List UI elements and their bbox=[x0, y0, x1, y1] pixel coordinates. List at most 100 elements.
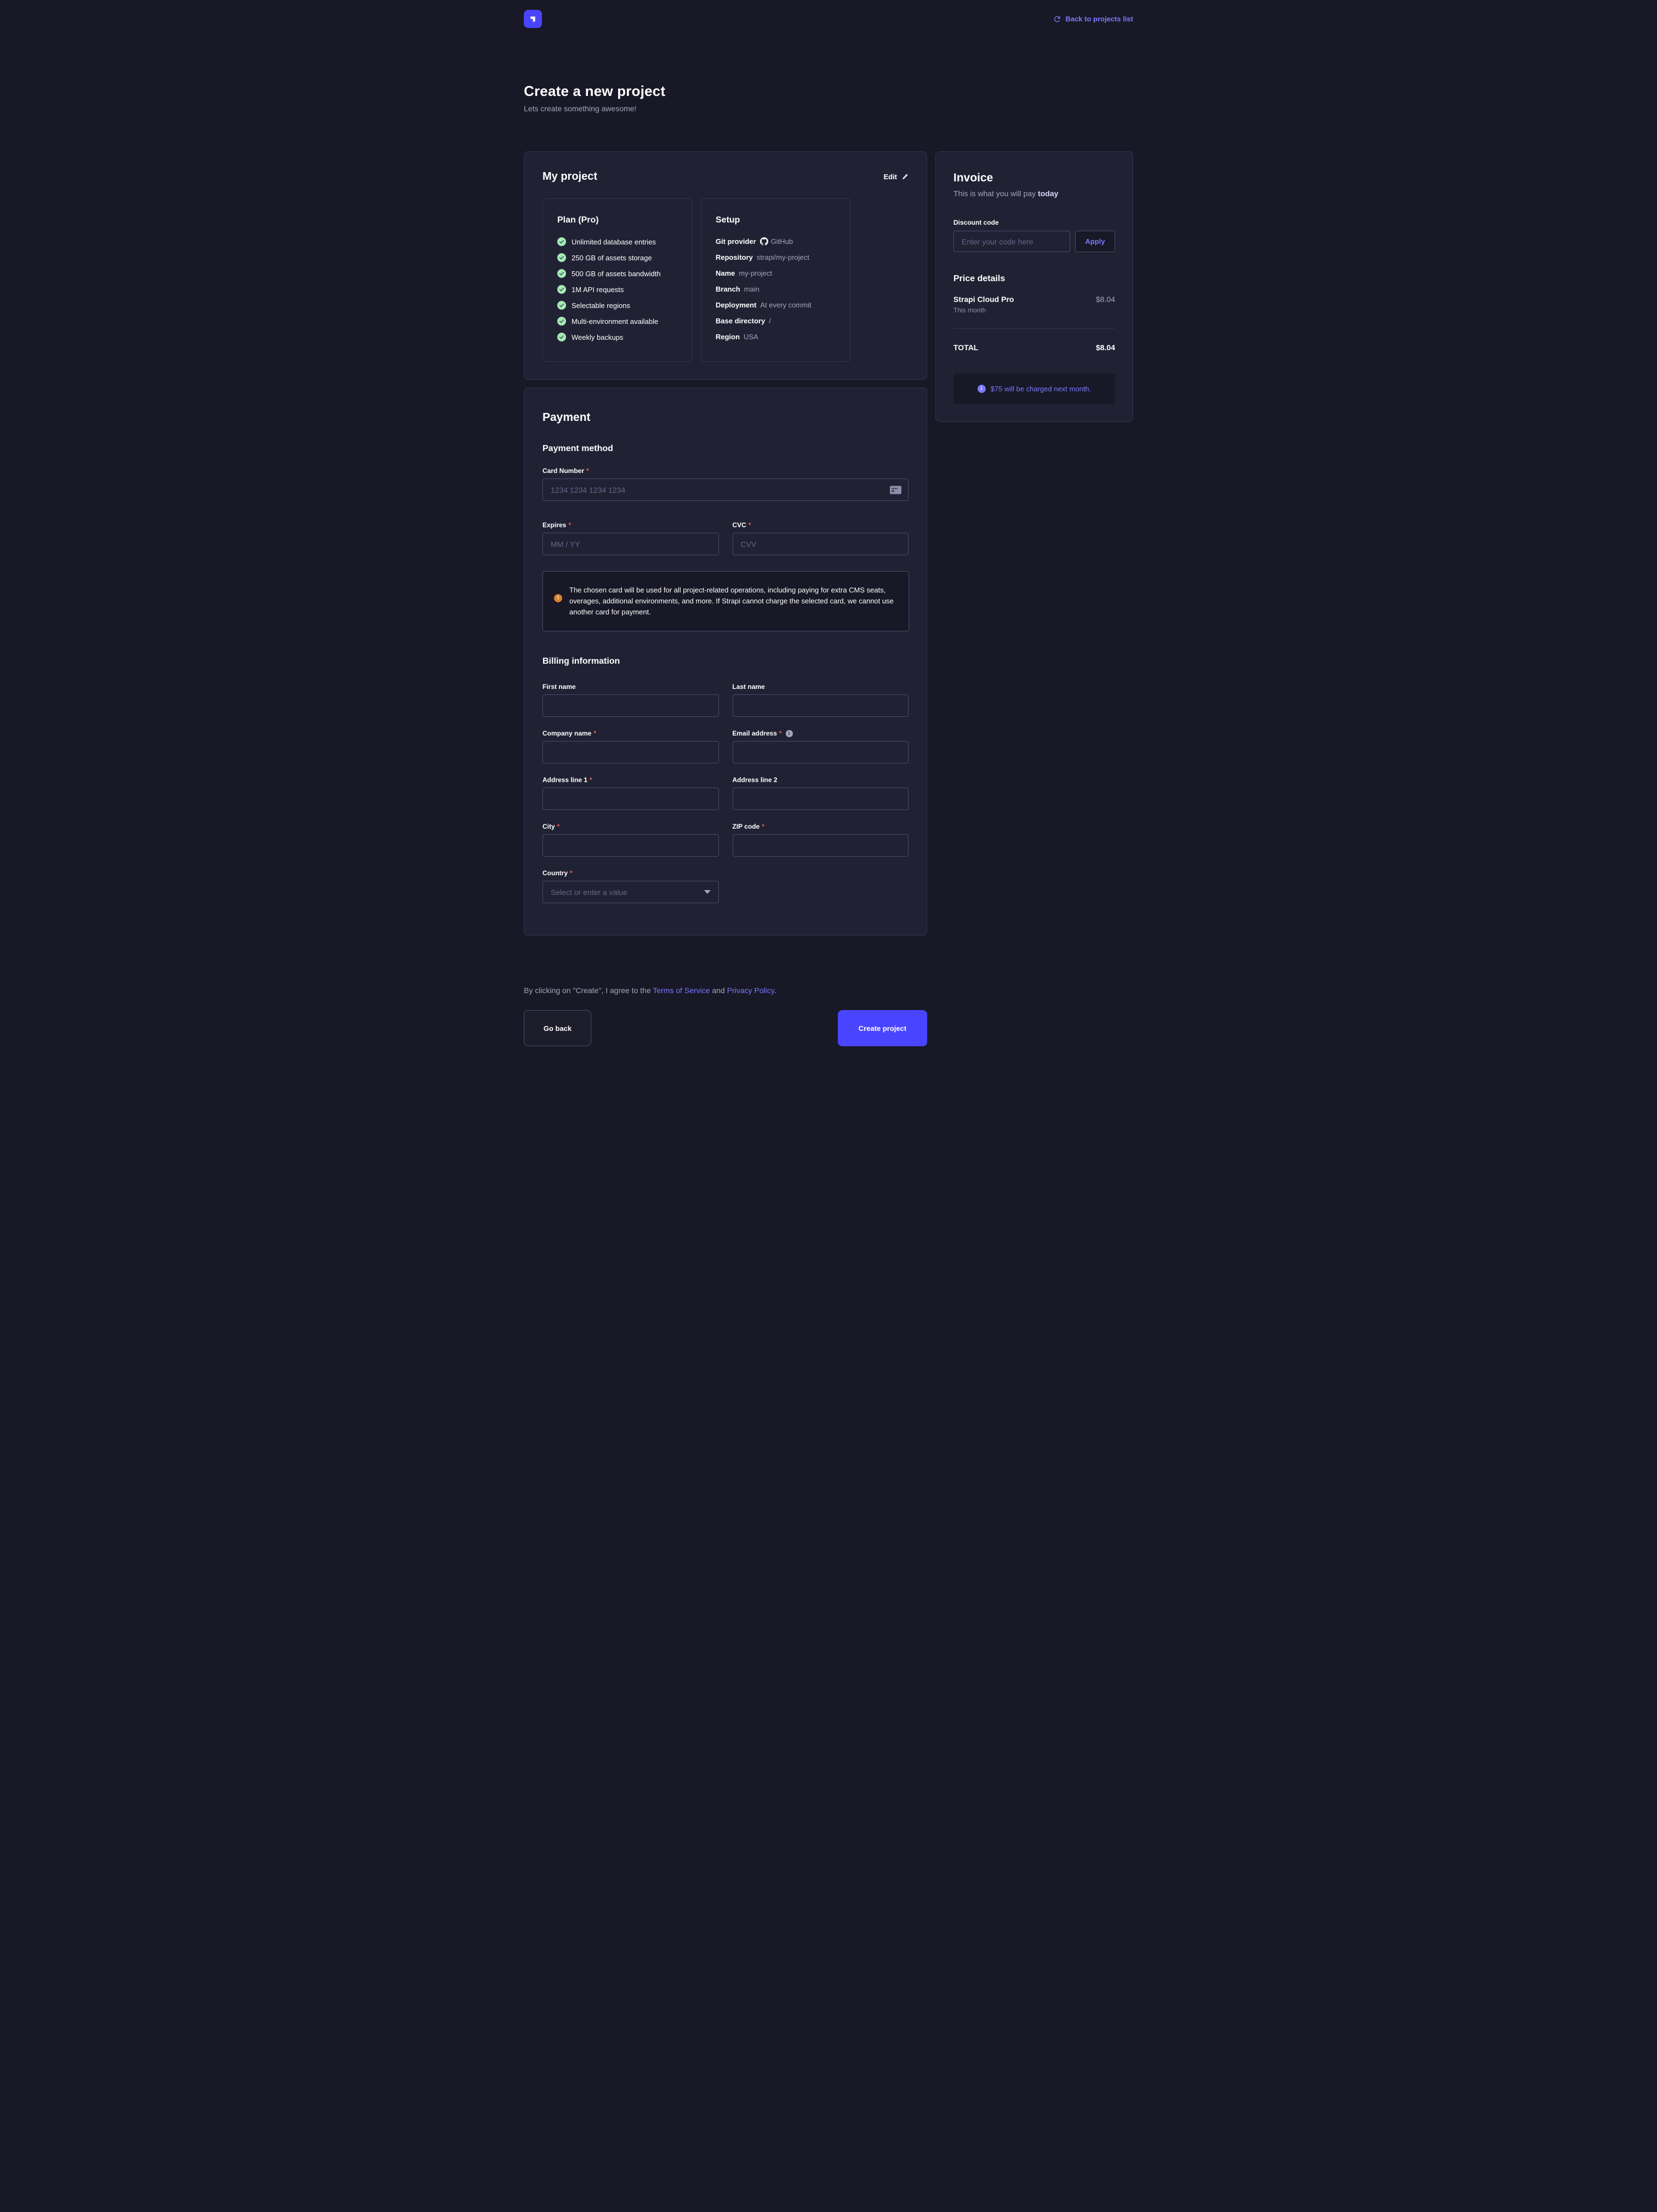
zip-code-label: ZIP code* bbox=[733, 823, 909, 830]
country-select[interactable]: Select or enter a value bbox=[542, 881, 719, 903]
plan-feature: 500 GB of assets bandwidth bbox=[557, 269, 677, 278]
my-project-heading: My project bbox=[542, 170, 597, 183]
info-icon bbox=[978, 385, 986, 393]
strapi-logo[interactable] bbox=[524, 10, 542, 28]
setup-row-value: GitHub bbox=[771, 237, 793, 246]
price-item-amount: $8.04 bbox=[1096, 295, 1115, 304]
strapi-logo-icon bbox=[528, 14, 538, 24]
next-month-note: $75 will be charged next month. bbox=[953, 374, 1115, 404]
setup-row-label: Name bbox=[716, 269, 735, 277]
plan-feature-label: 250 GB of assets storage bbox=[572, 254, 652, 262]
setup-row-value: At every commit bbox=[760, 301, 811, 309]
redo-arrow-icon bbox=[1053, 15, 1061, 23]
required-marker: * bbox=[568, 521, 571, 529]
plan-title: Plan (Pro) bbox=[557, 215, 677, 225]
edit-button[interactable]: Edit bbox=[883, 173, 909, 181]
address-line-2-label: Address line 2 bbox=[733, 776, 909, 784]
next-month-note-text: $75 will be charged next month. bbox=[991, 385, 1092, 393]
setup-row-value: my-project bbox=[739, 269, 772, 277]
privacy-policy-link[interactable]: Privacy Policy bbox=[727, 986, 774, 995]
required-marker: * bbox=[557, 823, 560, 830]
setup-row-label: Base directory bbox=[716, 317, 765, 325]
payment-card: Payment Payment method Card Number* bbox=[524, 387, 927, 936]
chevron-down-icon bbox=[704, 890, 711, 894]
price-item-period: This month bbox=[953, 306, 1115, 314]
check-icon bbox=[557, 269, 566, 278]
setup-row-label: Repository bbox=[716, 253, 753, 261]
total-label: TOTAL bbox=[953, 343, 978, 352]
divider bbox=[953, 328, 1115, 329]
page-subtitle: Lets create something awesome! bbox=[524, 104, 1133, 113]
setup-row: Branch main bbox=[716, 285, 836, 293]
price-item-name: Strapi Cloud Pro bbox=[953, 295, 1014, 304]
plan-feature-label: Selectable regions bbox=[572, 301, 630, 310]
required-marker: * bbox=[748, 521, 751, 529]
first-name-input[interactable] bbox=[542, 694, 719, 717]
setup-row: Git provider GitHub bbox=[716, 237, 836, 246]
expires-input[interactable] bbox=[542, 533, 719, 555]
setup-row-value: / bbox=[769, 317, 771, 325]
company-name-label: Company name* bbox=[542, 729, 719, 737]
last-name-input[interactable] bbox=[733, 694, 909, 717]
top-bar: Back to projects list bbox=[414, 0, 1243, 38]
required-marker: * bbox=[586, 467, 589, 475]
city-input[interactable] bbox=[542, 834, 719, 857]
terms-of-service-link[interactable]: Terms of Service bbox=[653, 986, 710, 995]
card-number-input[interactable] bbox=[542, 478, 909, 501]
back-to-projects-link[interactable]: Back to projects list bbox=[1053, 15, 1133, 23]
setup-row: Name my-project bbox=[716, 269, 836, 277]
expires-label: Expires* bbox=[542, 521, 719, 529]
card-usage-notice-text: The chosen card will be used for all pro… bbox=[569, 585, 895, 618]
plan-feature-label: 1M API requests bbox=[572, 286, 624, 294]
total-row: TOTAL $8.04 bbox=[953, 343, 1115, 352]
check-icon bbox=[557, 317, 566, 326]
country-select-placeholder: Select or enter a value bbox=[551, 888, 627, 897]
info-icon bbox=[786, 730, 793, 737]
invoice-heading: Invoice bbox=[953, 172, 1115, 185]
setup-row: Region USA bbox=[716, 333, 836, 341]
address-line-1-input[interactable] bbox=[542, 788, 719, 810]
credit-card-icon bbox=[890, 486, 901, 494]
required-marker: * bbox=[779, 729, 782, 737]
price-line-item: Strapi Cloud Pro $8.04 bbox=[953, 295, 1115, 304]
company-name-input[interactable] bbox=[542, 741, 719, 763]
discount-code-input[interactable] bbox=[953, 231, 1070, 252]
apply-button[interactable]: Apply bbox=[1075, 231, 1115, 252]
setup-title: Setup bbox=[716, 215, 836, 225]
required-marker: * bbox=[590, 776, 592, 784]
go-back-button[interactable]: Go back bbox=[524, 1010, 591, 1046]
plan-subcard: Plan (Pro) Unlimited database entries 25… bbox=[542, 198, 692, 362]
card-number-label: Card Number* bbox=[542, 467, 909, 475]
required-marker: * bbox=[570, 869, 573, 877]
setup-row: Deployment At every commit bbox=[716, 301, 836, 309]
zip-code-input[interactable] bbox=[733, 834, 909, 857]
last-name-label: Last name bbox=[733, 683, 909, 691]
setup-row-value: main bbox=[744, 285, 759, 293]
email-address-input[interactable] bbox=[733, 741, 909, 763]
setup-row-label: Branch bbox=[716, 285, 740, 293]
edit-label: Edit bbox=[883, 173, 897, 181]
plan-feature: Multi-environment available bbox=[557, 317, 677, 326]
plan-feature-label: Unlimited database entries bbox=[572, 238, 656, 246]
warning-icon bbox=[554, 594, 562, 602]
payment-method-heading: Payment method bbox=[542, 444, 909, 454]
create-project-button[interactable]: Create project bbox=[838, 1010, 927, 1046]
page-title: Create a new project bbox=[524, 83, 1133, 100]
price-details-heading: Price details bbox=[953, 274, 1115, 284]
invoice-card: Invoice This is what you will pay today … bbox=[935, 151, 1133, 422]
address-line-2-input[interactable] bbox=[733, 788, 909, 810]
payment-heading: Payment bbox=[542, 411, 909, 424]
email-address-label: Email address* bbox=[733, 729, 909, 737]
country-label: Country* bbox=[542, 869, 719, 877]
setup-row-label: Region bbox=[716, 333, 740, 341]
plan-feature: Unlimited database entries bbox=[557, 237, 677, 246]
plan-feature-label: Multi-environment available bbox=[572, 317, 658, 326]
my-project-card: My project Edit Plan (Pro) Unl bbox=[524, 151, 927, 380]
setup-row-label: Deployment bbox=[716, 301, 756, 309]
address-line-1-label: Address line 1* bbox=[542, 776, 719, 784]
cvc-input[interactable] bbox=[733, 533, 909, 555]
invoice-subtitle: This is what you will pay today bbox=[953, 189, 1115, 198]
card-usage-notice: The chosen card will be used for all pro… bbox=[542, 571, 909, 631]
city-label: City* bbox=[542, 823, 719, 830]
setup-row: Repository strapi/my-project bbox=[716, 253, 836, 261]
